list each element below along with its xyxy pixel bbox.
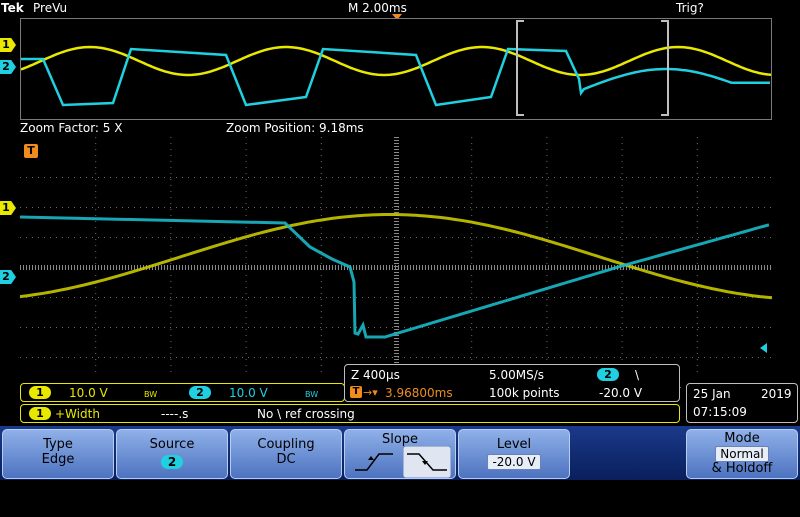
acquisition-mode: PreVu (33, 1, 68, 15)
trigger-source-badge: 2 (597, 368, 619, 381)
ch2-badge[interactable]: 2 (189, 386, 211, 399)
trigger-arrow-icon: →▾ (363, 386, 378, 399)
acquisition-readout[interactable]: Z 400µs 5.00MS/s 2 \ T →▾ 3.96800ms 100k… (344, 364, 680, 402)
trigger-position: 3.96800ms (385, 386, 453, 400)
ch2-bw-limit-icon: BW (305, 390, 319, 399)
measurement-name: +Width (55, 407, 100, 421)
overview-ch2-marker[interactable]: 2 (0, 60, 16, 74)
record-length: 100k points (489, 386, 560, 400)
trigger-status: Trig? (676, 1, 704, 15)
mode-holdoff-label: & Holdoff (711, 461, 773, 476)
time: 07:15:09 (693, 405, 747, 419)
main-ch2-marker[interactable]: 2 (0, 270, 16, 284)
measurement-source-badge: 1 (29, 407, 51, 420)
main-ch2-trace (19, 215, 770, 339)
overview-waveform[interactable] (20, 18, 772, 120)
main-ch1-marker[interactable]: 1 (0, 201, 16, 215)
coupling-value: DC (276, 452, 296, 467)
trigger-mode-button[interactable]: Mode Normal & Holdoff (686, 429, 798, 479)
rising-slope-icon[interactable] (351, 448, 397, 476)
mode-value: Normal (715, 446, 769, 462)
zoom-box-left-bracket[interactable] (516, 20, 524, 116)
coupling-label: Coupling (257, 437, 315, 452)
trigger-level-button[interactable]: Level -20.0 V (458, 429, 570, 479)
ch1-scale: 10.0 V (69, 386, 108, 400)
sample-rate: 5.00MS/s (489, 368, 544, 382)
measurement-readout[interactable]: 1 +Width ----.s No \ ref crossing (20, 404, 680, 423)
trigger-position-icon: T (350, 386, 362, 398)
trigger-slope-icon: \ (635, 368, 640, 382)
type-label: Type (43, 437, 73, 452)
trigger-type-button[interactable]: Type Edge (2, 429, 114, 479)
falling-slope-icon-selected[interactable] (403, 446, 451, 478)
year: 2019 (761, 387, 792, 401)
ch2-scale: 10.0 V (229, 386, 268, 400)
graticule (20, 137, 771, 388)
level-label: Level (496, 437, 532, 452)
overview-ch1-trace (20, 45, 772, 77)
status-bar: Tek PreVu M 2.00ms Trig? (0, 0, 800, 20)
overview-ch1-marker[interactable]: 1 (0, 38, 16, 52)
ch1-bw-limit-icon: BW (144, 390, 158, 399)
source-value-badge: 2 (161, 455, 183, 469)
zoom-factor: Zoom Factor: 5 X (20, 121, 123, 135)
slope-label: Slope (381, 432, 419, 447)
brand-logo: Tek (1, 1, 24, 15)
trigger-source-button[interactable]: Source 2 (116, 429, 228, 479)
ch1-badge[interactable]: 1 (29, 386, 51, 399)
zoom-timebase: Z 400µs (351, 368, 400, 382)
source-label: Source (149, 437, 195, 452)
channel-readout[interactable]: 1 10.0 V BW 2 10.0 V BW (20, 383, 345, 402)
zoom-info-bar: Zoom Factor: 5 X Zoom Position: 9.18ms (0, 120, 800, 136)
type-value: Edge (41, 452, 75, 467)
trigger-level-readout: -20.0 V (599, 386, 643, 400)
level-value: -20.0 V (487, 454, 541, 470)
date: 25 Jan (693, 387, 731, 401)
overview-plot (20, 20, 772, 116)
datetime-readout[interactable]: 25 Jan 2019 07:15:09 (686, 383, 798, 423)
trigger-slope-button[interactable]: Slope (344, 429, 456, 479)
zoom-position: Zoom Position: 9.18ms (226, 121, 364, 135)
measurement-value: ----.s (161, 407, 189, 421)
trigger-coupling-button[interactable]: Coupling DC (230, 429, 342, 479)
mode-label: Mode (724, 431, 760, 446)
measurement-note: No \ ref crossing (257, 407, 355, 421)
